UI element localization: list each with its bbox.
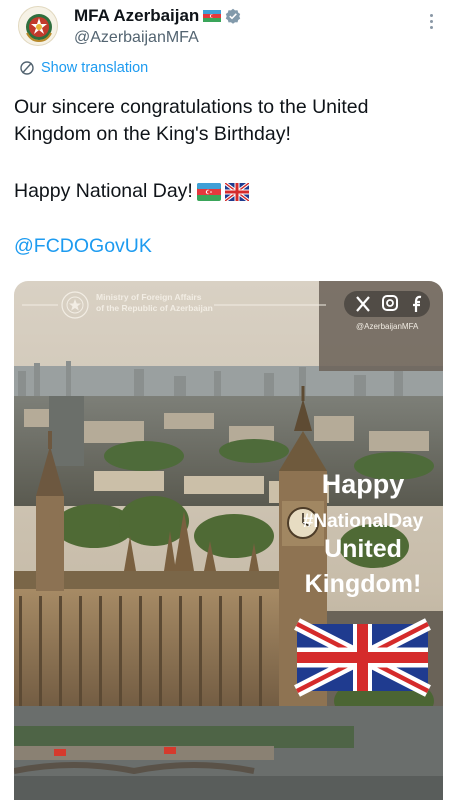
account-handle[interactable]: @AzerbaijanMFA (74, 29, 199, 47)
tweet-text-line2-row: Happy National Day! (14, 178, 249, 205)
tweet-header: MFA Azerbaijan @AzerbaijanMFA (0, 0, 457, 60)
verified-badge-icon (226, 8, 241, 24)
name-row: MFA Azerbaijan (74, 6, 241, 26)
show-translation-link[interactable]: Show translation (19, 60, 148, 76)
emblem-icon (26, 14, 52, 43)
dot-icon (429, 25, 433, 29)
display-name[interactable]: MFA Azerbaijan (74, 6, 199, 26)
union-jack-flag-icon (294, 618, 431, 697)
ministry-name-line1: Ministry of Foreign Affairs (96, 292, 202, 302)
headline-kingdom: Kingdom! (305, 570, 422, 598)
mention-link[interactable]: @FCDOGovUK (14, 233, 152, 260)
avatar[interactable] (18, 6, 58, 46)
headline-hashtag: #NationalDay (303, 511, 424, 532)
tweet-text-line2: Happy National Day! (14, 180, 193, 202)
azerbaijan-flag-icon (196, 182, 221, 201)
more-options-button[interactable] (423, 10, 439, 32)
uk-flag-icon (224, 182, 249, 201)
azerbaijan-flag-icon (203, 10, 222, 22)
show-translation-label: Show translation (41, 60, 149, 76)
headline-united: United (324, 535, 402, 563)
dot-icon (429, 19, 433, 23)
social-handle: @AzerbaijanMFA (356, 322, 419, 331)
translate-icon (20, 61, 34, 75)
dot-icon (429, 13, 433, 17)
headline-happy: Happy (322, 469, 405, 499)
ministry-name-line2: of the Republic of Azerbaijan (96, 303, 213, 313)
london-skyline-image: Ministry of Foreign Affairs of the Repub… (14, 281, 443, 800)
tweet-text-line1: Our sincere congratulations to the Unite… (14, 96, 369, 145)
media-image[interactable]: Ministry of Foreign Affairs of the Repub… (14, 281, 443, 800)
